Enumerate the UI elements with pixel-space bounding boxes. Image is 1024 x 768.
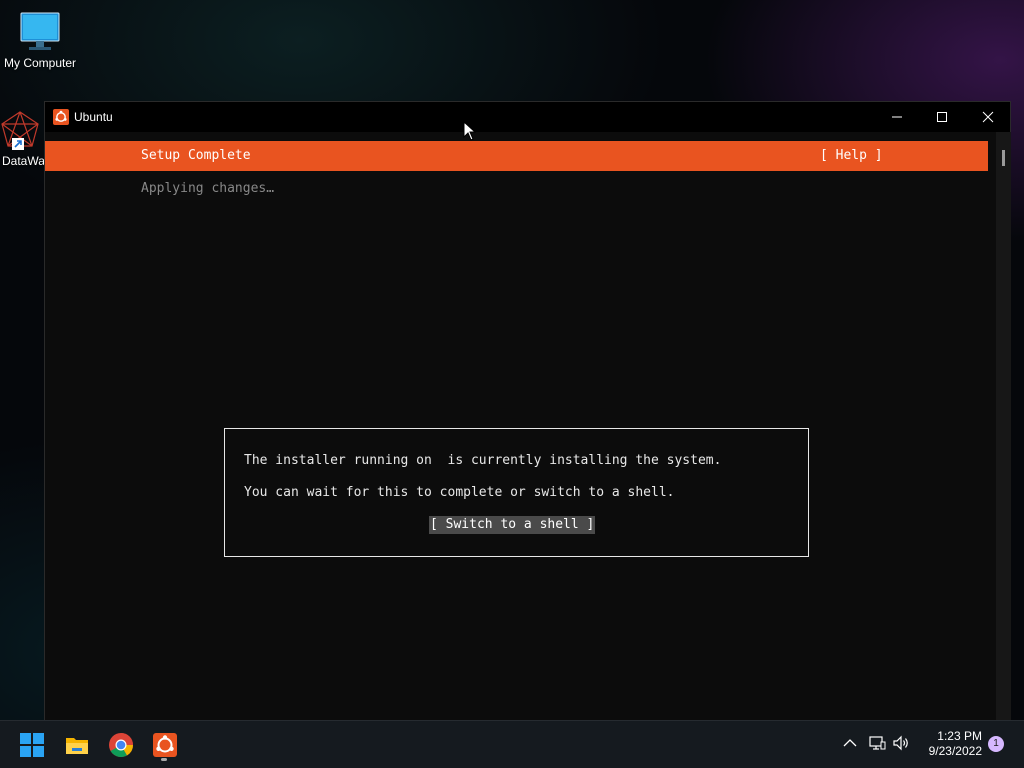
file-explorer-icon [66, 738, 88, 754]
installer-header: Setup Complete [ Help ] [45, 141, 988, 171]
close-button[interactable] [965, 102, 1011, 132]
mouse-cursor-icon [463, 121, 477, 141]
taskbar-file-explorer[interactable] [59, 727, 95, 763]
window-titlebar[interactable]: Ubuntu [45, 102, 1010, 132]
install-dialog: The installer running on is currently in… [224, 428, 809, 557]
maximize-button[interactable] [919, 102, 965, 132]
minimize-icon [892, 116, 902, 118]
taskbar-clock[interactable]: 1:23 PM 9/23/2022 [918, 729, 982, 759]
status-text: Applying changes… [141, 181, 275, 196]
terminal-area[interactable]: Setup Complete [ Help ] Applying changes… [45, 132, 996, 720]
help-button[interactable]: [ Help ] [820, 148, 883, 163]
clock-date: 9/23/2022 [928, 744, 982, 758]
notification-badge[interactable]: 1 [988, 736, 1004, 752]
active-app-indicator [161, 758, 167, 761]
volume-icon[interactable] [892, 734, 910, 752]
chrome-icon [109, 733, 133, 758]
window-title: Ubuntu [74, 110, 113, 124]
ubuntu-icon [153, 733, 177, 757]
close-icon [982, 111, 994, 123]
desktop-icon-my-computer[interactable]: My Computer [0, 10, 80, 70]
dialog-message-line: You can wait for this to complete or swi… [244, 485, 675, 500]
ubuntu-window: Ubuntu Setup Complete [ Help ] Applying … [44, 101, 1011, 720]
monitor-icon [20, 12, 60, 50]
windows-start-icon [20, 733, 44, 757]
scrollbar[interactable] [996, 132, 1011, 720]
scrollbar-thumb[interactable] [1002, 150, 1005, 166]
minimize-button[interactable] [874, 102, 920, 132]
chevron-up-icon[interactable] [841, 734, 859, 752]
switch-to-shell-button[interactable]: [ Switch to a shell ] [429, 516, 596, 534]
dialog-message-line: The installer running on is currently in… [244, 453, 722, 468]
taskbar-chrome[interactable] [103, 727, 139, 763]
ubuntu-icon [53, 109, 69, 125]
network-icon[interactable] [868, 734, 886, 752]
installer-title: Setup Complete [141, 148, 251, 163]
desktop-icon-label: My Computer [3, 56, 77, 70]
app-shortcut-icon [1, 111, 39, 150]
maximize-icon [937, 112, 947, 122]
clock-time: 1:23 PM [937, 729, 982, 743]
start-button[interactable] [14, 727, 50, 763]
